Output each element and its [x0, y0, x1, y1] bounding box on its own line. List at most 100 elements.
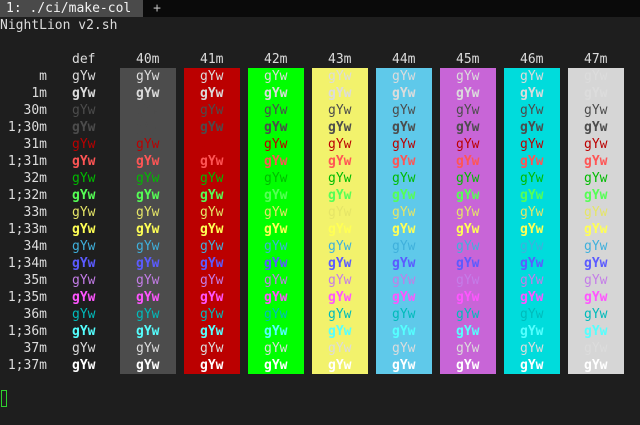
sample-30m-44m: gYw: [392, 103, 416, 118]
sample-1;37m-def: gYw: [72, 358, 96, 373]
sample-1m-45m: gYw: [456, 86, 480, 101]
sample-1;37m-42m: gYw: [264, 358, 288, 373]
sample-1;30m-46m: gYw: [520, 120, 544, 135]
sample-1;32m-44m: gYw: [392, 188, 416, 203]
sample-1;30m-44m: gYw: [392, 120, 416, 135]
sample-1m-42m: gYw: [264, 86, 288, 101]
column-header-40m: 40m: [136, 52, 160, 67]
sample-1;37m-45m: gYw: [456, 358, 480, 373]
sample-m-43m: gYw: [328, 69, 352, 84]
sample-m-def: gYw: [72, 69, 96, 84]
sample-1;36m-40m: gYw: [136, 324, 160, 339]
sample-34m-42m: gYw: [264, 239, 288, 254]
sample-35m-45m: gYw: [456, 273, 480, 288]
sample-1;35m-41m: gYw: [200, 290, 224, 305]
sample-33m-47m: gYw: [584, 205, 608, 220]
sample-37m-40m: gYw: [136, 341, 160, 356]
tab-1[interactable]: 1: ./ci/make-col: [0, 0, 143, 17]
row-label-33m: 33m: [23, 205, 47, 220]
sample-33m-46m: gYw: [520, 205, 544, 220]
sample-1;36m-47m: gYw: [584, 324, 608, 339]
sample-1;31m-41m: gYw: [200, 154, 224, 169]
sample-1;34m-43m: gYw: [328, 256, 352, 271]
sample-1;36m-46m: gYw: [520, 324, 544, 339]
sample-30m-40m: gYw: [136, 103, 160, 118]
sample-m-44m: gYw: [392, 69, 416, 84]
sample-30m-47m: gYw: [584, 103, 608, 118]
sample-1;37m-40m: gYw: [136, 358, 160, 373]
sample-34m-40m: gYw: [136, 239, 160, 254]
sample-32m-47m: gYw: [584, 171, 608, 186]
sample-1;33m-42m: gYw: [264, 222, 288, 237]
sample-1;30m-41m: gYw: [200, 120, 224, 135]
sample-1;35m-43m: gYw: [328, 290, 352, 305]
sample-m-46m: gYw: [520, 69, 544, 84]
row-label-1;33m: 1;33m: [7, 222, 47, 237]
sample-30m-41m: gYw: [200, 103, 224, 118]
sample-1;34m-44m: gYw: [392, 256, 416, 271]
row-label-1;30m: 1;30m: [7, 120, 47, 135]
sample-37m-42m: gYw: [264, 341, 288, 356]
sample-1;32m-def: gYw: [72, 188, 96, 203]
sample-m-42m: gYw: [264, 69, 288, 84]
sample-34m-46m: gYw: [520, 239, 544, 254]
sample-34m-44m: gYw: [392, 239, 416, 254]
sample-1;31m-47m: gYw: [584, 154, 608, 169]
sample-36m-41m: gYw: [200, 307, 224, 322]
sample-32m-45m: gYw: [456, 171, 480, 186]
sample-1;37m-43m: gYw: [328, 358, 352, 373]
sample-37m-41m: gYw: [200, 341, 224, 356]
sample-35m-42m: gYw: [264, 273, 288, 288]
sample-32m-41m: gYw: [200, 171, 224, 186]
sample-1;36m-42m: gYw: [264, 324, 288, 339]
tab-bar: 1: ./ci/make-col +: [0, 0, 640, 17]
sample-1;33m-47m: gYw: [584, 222, 608, 237]
sample-1;37m-46m: gYw: [520, 358, 544, 373]
column-header-45m: 45m: [456, 52, 480, 67]
row-label-m: m: [39, 69, 47, 84]
sample-31m-47m: gYw: [584, 137, 608, 152]
sample-31m-46m: gYw: [520, 137, 544, 152]
sample-1m-44m: gYw: [392, 86, 416, 101]
sample-31m-41m: gYw: [200, 137, 224, 152]
sample-1m-40m: gYw: [136, 86, 160, 101]
row-label-1;36m: 1;36m: [7, 324, 47, 339]
sample-30m-45m: gYw: [456, 103, 480, 118]
column-header-41m: 41m: [200, 52, 224, 67]
sample-1;32m-45m: gYw: [456, 188, 480, 203]
sample-36m-40m: gYw: [136, 307, 160, 322]
sample-1;30m-43m: gYw: [328, 120, 352, 135]
sample-32m-44m: gYw: [392, 171, 416, 186]
sample-30m-42m: gYw: [264, 103, 288, 118]
sample-34m-47m: gYw: [584, 239, 608, 254]
row-label-1;31m: 1;31m: [7, 154, 47, 169]
sample-33m-45m: gYw: [456, 205, 480, 220]
sample-1;34m-def: gYw: [72, 256, 96, 271]
sample-1;30m-def: gYw: [72, 120, 96, 135]
sample-1;31m-40m: gYw: [136, 154, 160, 169]
row-label-1m: 1m: [31, 86, 47, 101]
sample-35m-def: gYw: [72, 273, 96, 288]
sample-1;36m-43m: gYw: [328, 324, 352, 339]
sample-1;32m-41m: gYw: [200, 188, 224, 203]
sample-1;31m-44m: gYw: [392, 154, 416, 169]
sample-1;30m-45m: gYw: [456, 120, 480, 135]
sample-32m-42m: gYw: [264, 171, 288, 186]
sample-36m-42m: gYw: [264, 307, 288, 322]
sample-1m-41m: gYw: [200, 86, 224, 101]
sample-35m-46m: gYw: [520, 273, 544, 288]
sample-36m-43m: gYw: [328, 307, 352, 322]
sample-35m-40m: gYw: [136, 273, 160, 288]
new-tab-button[interactable]: +: [150, 0, 164, 17]
sample-32m-46m: gYw: [520, 171, 544, 186]
sample-1;35m-def: gYw: [72, 290, 96, 305]
sample-33m-43m: gYw: [328, 205, 352, 220]
sample-1;35m-47m: gYw: [584, 290, 608, 305]
row-label-1;35m: 1;35m: [7, 290, 47, 305]
sample-1;30m-40m: gYw: [136, 120, 160, 135]
sample-31m-43m: gYw: [328, 137, 352, 152]
sample-1;31m-45m: gYw: [456, 154, 480, 169]
sample-35m-47m: gYw: [584, 273, 608, 288]
column-header-43m: 43m: [328, 52, 352, 67]
sample-1;32m-40m: gYw: [136, 188, 160, 203]
